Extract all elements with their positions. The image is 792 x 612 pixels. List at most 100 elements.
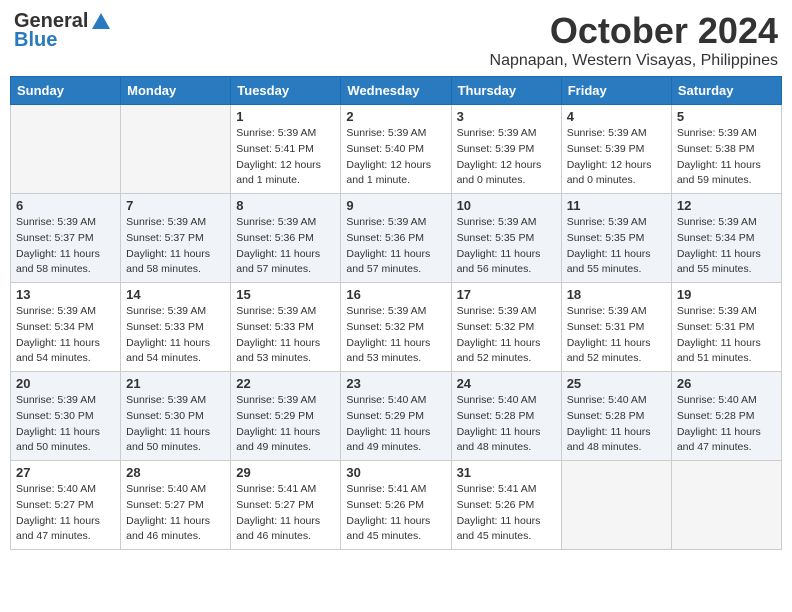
calendar-cell <box>121 105 231 194</box>
day-number: 19 <box>677 287 776 302</box>
day-info: Sunrise: 5:39 AMSunset: 5:37 PMDaylight:… <box>126 215 225 278</box>
calendar-cell: 15 Sunrise: 5:39 AMSunset: 5:33 PMDayligh… <box>231 283 341 372</box>
day-number: 15 <box>236 287 335 302</box>
calendar-cell: 4 Sunrise: 5:39 AMSunset: 5:39 PMDaylight… <box>561 105 671 194</box>
day-info: Sunrise: 5:39 AMSunset: 5:35 PMDaylight:… <box>567 215 666 278</box>
calendar-cell: 7 Sunrise: 5:39 AMSunset: 5:37 PMDaylight… <box>121 194 231 283</box>
calendar-cell: 22Sunrise: 5:39 AMSunset: 5:29 PMDayligh… <box>231 372 341 461</box>
day-info: Sunrise: 5:39 AMSunset: 5:34 PMDaylight:… <box>677 215 776 278</box>
day-number: 29 <box>236 465 335 480</box>
day-number: 9 <box>346 198 445 213</box>
day-info: Sunrise: 5:39 AMSunset: 5:33 PMDaylight:… <box>126 304 225 367</box>
day-info: Sunrise: 5:39 AMSunset: 5:29 PMDaylight:… <box>236 393 335 456</box>
weekday-header: Thursday <box>451 77 561 105</box>
day-info: Sunrise: 5:39 AMSunset: 5:40 PMDaylight:… <box>346 126 445 189</box>
calendar-cell: 17 Sunrise: 5:39 AMSunset: 5:32 PMDayligh… <box>451 283 561 372</box>
calendar-week-row: 20 Sunrise: 5:39 AMSunset: 5:30 PMDayligh… <box>11 372 782 461</box>
calendar-cell: 12 Sunrise: 5:39 AMSunset: 5:34 PMDayligh… <box>671 194 781 283</box>
logo: General Blue <box>14 10 112 52</box>
day-number: 11 <box>567 198 666 213</box>
day-info: Sunrise: 5:40 AMSunset: 5:29 PMDaylight:… <box>346 393 445 456</box>
calendar-cell: 11 Sunrise: 5:39 AMSunset: 5:35 PMDayligh… <box>561 194 671 283</box>
calendar-cell: 18 Sunrise: 5:39 AMSunset: 5:31 PMDayligh… <box>561 283 671 372</box>
day-number: 16 <box>346 287 445 302</box>
day-info: Sunrise: 5:39 AMSunset: 5:36 PMDaylight:… <box>236 215 335 278</box>
calendar-cell: 5Sunrise: 5:39 AMSunset: 5:38 PMDaylight… <box>671 105 781 194</box>
calendar-cell: 3 Sunrise: 5:39 AMSunset: 5:39 PMDaylight… <box>451 105 561 194</box>
calendar-cell: 6 Sunrise: 5:39 AMSunset: 5:37 PMDaylight… <box>11 194 121 283</box>
day-number: 2 <box>346 109 445 124</box>
day-info: Sunrise: 5:41 AMSunset: 5:27 PMDaylight:… <box>236 482 335 545</box>
calendar-cell: 2 Sunrise: 5:39 AMSunset: 5:40 PMDaylight… <box>341 105 451 194</box>
calendar-cell: 9Sunrise: 5:39 AMSunset: 5:36 PMDaylight… <box>341 194 451 283</box>
day-info: Sunrise: 5:39 AMSunset: 5:34 PMDaylight:… <box>16 304 115 367</box>
day-number: 30 <box>346 465 445 480</box>
weekday-header: Friday <box>561 77 671 105</box>
day-info: Sunrise: 5:39 AMSunset: 5:32 PMDaylight:… <box>346 304 445 367</box>
day-info: Sunrise: 5:39 AMSunset: 5:30 PMDaylight:… <box>126 393 225 456</box>
calendar-cell <box>11 105 121 194</box>
day-number: 1 <box>236 109 335 124</box>
day-info: Sunrise: 5:40 AMSunset: 5:27 PMDaylight:… <box>126 482 225 545</box>
calendar-table: SundayMondayTuesdayWednesdayThursdayFrid… <box>10 76 782 550</box>
page-title: October 2024 <box>490 10 778 52</box>
calendar-cell: 31 Sunrise: 5:41 AMSunset: 5:26 PMDayligh… <box>451 461 561 550</box>
calendar-cell: 16 Sunrise: 5:39 AMSunset: 5:32 PMDayligh… <box>341 283 451 372</box>
calendar-week-row: 6 Sunrise: 5:39 AMSunset: 5:37 PMDaylight… <box>11 194 782 283</box>
day-info: Sunrise: 5:39 AMSunset: 5:31 PMDaylight:… <box>567 304 666 367</box>
calendar-week-row: 27Sunrise: 5:40 AMSunset: 5:27 PMDayligh… <box>11 461 782 550</box>
calendar-cell: 23 Sunrise: 5:40 AMSunset: 5:29 PMDayligh… <box>341 372 451 461</box>
day-info: Sunrise: 5:39 AMSunset: 5:32 PMDaylight:… <box>457 304 556 367</box>
calendar-cell: 14Sunrise: 5:39 AMSunset: 5:33 PMDayligh… <box>121 283 231 372</box>
weekday-header: Sunday <box>11 77 121 105</box>
calendar-cell: 30 Sunrise: 5:41 AMSunset: 5:26 PMDayligh… <box>341 461 451 550</box>
calendar-week-row: 13 Sunrise: 5:39 AMSunset: 5:34 PMDayligh… <box>11 283 782 372</box>
day-number: 7 <box>126 198 225 213</box>
day-number: 4 <box>567 109 666 124</box>
weekday-header: Tuesday <box>231 77 341 105</box>
day-info: Sunrise: 5:39 AMSunset: 5:35 PMDaylight:… <box>457 215 556 278</box>
day-number: 31 <box>457 465 556 480</box>
calendar-cell: 26Sunrise: 5:40 AMSunset: 5:28 PMDayligh… <box>671 372 781 461</box>
day-info: Sunrise: 5:39 AMSunset: 5:30 PMDaylight:… <box>16 393 115 456</box>
calendar-cell: 1 Sunrise: 5:39 AMSunset: 5:41 PMDaylight… <box>231 105 341 194</box>
day-info: Sunrise: 5:40 AMSunset: 5:28 PMDaylight:… <box>457 393 556 456</box>
calendar-cell: 27Sunrise: 5:40 AMSunset: 5:27 PMDayligh… <box>11 461 121 550</box>
day-info: Sunrise: 5:39 AMSunset: 5:41 PMDaylight:… <box>236 126 335 189</box>
logo-icon <box>90 11 112 33</box>
day-info: Sunrise: 5:41 AMSunset: 5:26 PMDaylight:… <box>457 482 556 545</box>
calendar-cell: 13 Sunrise: 5:39 AMSunset: 5:34 PMDayligh… <box>11 283 121 372</box>
page-subtitle: Napnapan, Western Visayas, Philippines <box>490 52 778 70</box>
day-number: 18 <box>567 287 666 302</box>
day-number: 23 <box>346 376 445 391</box>
calendar-cell: 28 Sunrise: 5:40 AMSunset: 5:27 PMDayligh… <box>121 461 231 550</box>
calendar-cell: 19Sunrise: 5:39 AMSunset: 5:31 PMDayligh… <box>671 283 781 372</box>
calendar-week-row: 1 Sunrise: 5:39 AMSunset: 5:41 PMDaylight… <box>11 105 782 194</box>
calendar-cell: 21Sunrise: 5:39 AMSunset: 5:30 PMDayligh… <box>121 372 231 461</box>
day-number: 13 <box>16 287 115 302</box>
day-number: 20 <box>16 376 115 391</box>
weekday-header: Wednesday <box>341 77 451 105</box>
day-info: Sunrise: 5:39 AMSunset: 5:33 PMDaylight:… <box>236 304 335 367</box>
day-number: 3 <box>457 109 556 124</box>
calendar-cell <box>561 461 671 550</box>
title-section: October 2024 Napnapan, Western Visayas, … <box>490 10 778 70</box>
calendar-cell: 10Sunrise: 5:39 AMSunset: 5:35 PMDayligh… <box>451 194 561 283</box>
day-info: Sunrise: 5:39 AMSunset: 5:37 PMDaylight:… <box>16 215 115 278</box>
day-info: Sunrise: 5:41 AMSunset: 5:26 PMDaylight:… <box>346 482 445 545</box>
day-number: 26 <box>677 376 776 391</box>
day-number: 12 <box>677 198 776 213</box>
calendar-cell: 20 Sunrise: 5:39 AMSunset: 5:30 PMDayligh… <box>11 372 121 461</box>
calendar-cell <box>671 461 781 550</box>
day-number: 25 <box>567 376 666 391</box>
day-info: Sunrise: 5:39 AMSunset: 5:39 PMDaylight:… <box>457 126 556 189</box>
weekday-header: Monday <box>121 77 231 105</box>
day-info: Sunrise: 5:39 AMSunset: 5:39 PMDaylight:… <box>567 126 666 189</box>
logo-blue: Blue <box>14 29 57 52</box>
day-info: Sunrise: 5:40 AMSunset: 5:27 PMDaylight:… <box>16 482 115 545</box>
calendar-cell: 8Sunrise: 5:39 AMSunset: 5:36 PMDaylight… <box>231 194 341 283</box>
day-number: 24 <box>457 376 556 391</box>
day-number: 28 <box>126 465 225 480</box>
day-number: 17 <box>457 287 556 302</box>
day-number: 6 <box>16 198 115 213</box>
